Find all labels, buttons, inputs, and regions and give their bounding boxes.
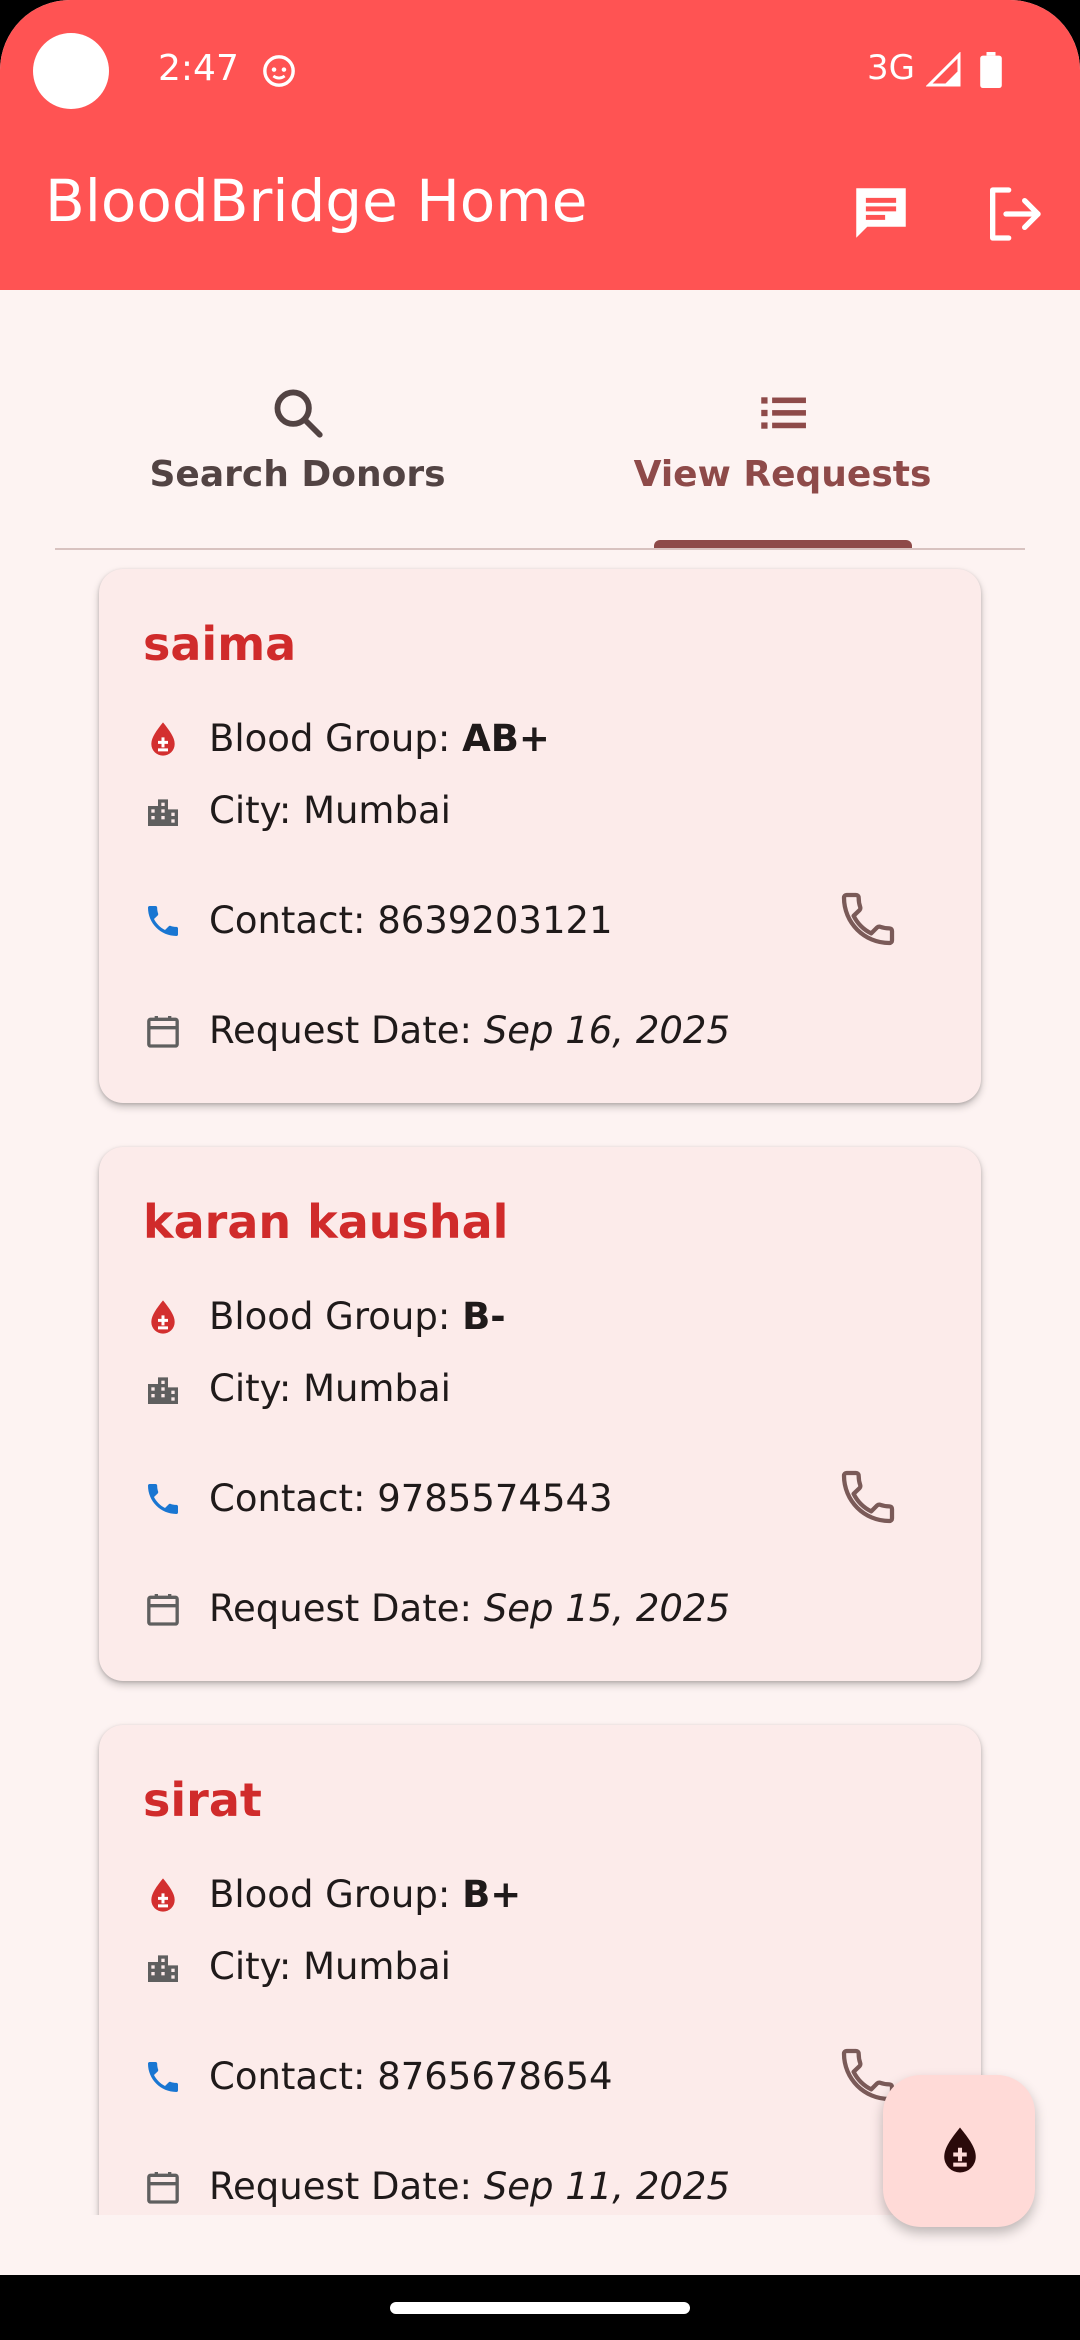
contact-value: 8639203121 <box>377 899 613 942</box>
request-list[interactable]: saima Blood Group: AB+ City: Mumbai Cont… <box>0 560 1080 2215</box>
network-type: 3G <box>867 48 915 88</box>
requester-name: karan kaushal <box>143 1195 509 1249</box>
city-icon <box>148 1377 178 1404</box>
notification-icon <box>263 55 295 87</box>
tab-divider <box>55 548 1025 550</box>
battery-icon <box>980 52 1002 88</box>
date-label: Request Date: <box>209 2165 484 2208</box>
request-card: saima Blood Group: AB+ City: Mumbai Cont… <box>99 569 981 1103</box>
chat-icon[interactable] <box>848 180 914 246</box>
list-icon <box>760 397 806 429</box>
phone-icon <box>148 1484 178 1514</box>
contact-label: Contact: <box>209 2055 378 2098</box>
call-icon[interactable] <box>836 1465 900 1529</box>
contact-value: 8765678654 <box>377 2055 613 2098</box>
screen: 2:47 3G BloodBridge Home Search Donors V… <box>0 0 1080 2340</box>
date-value: Sep 16, 2025 <box>483 1009 730 1052</box>
city-value: Mumbai <box>303 1367 451 1410</box>
calendar-icon <box>147 1016 179 1048</box>
city-icon <box>148 799 178 826</box>
date-value: Sep 15, 2025 <box>483 1587 730 1630</box>
requester-name: sirat <box>143 1773 262 1827</box>
city-value: Mumbai <box>303 1945 451 1988</box>
city-label: City: <box>209 1945 304 1988</box>
requester-name: saima <box>143 617 297 671</box>
date-label: Request Date: <box>209 1587 484 1630</box>
blood-drop-icon <box>151 1300 175 1334</box>
camera-cutout <box>33 33 109 109</box>
blood-group-label: Blood Group: <box>209 717 463 760</box>
home-gesture-handle[interactable] <box>390 2302 690 2314</box>
tab-label: Search Donors <box>149 454 446 495</box>
calendar-icon <box>147 1594 179 1626</box>
tab-view-requests[interactable]: View Requests <box>540 370 1025 548</box>
page-title: BloodBridge Home <box>45 167 588 235</box>
date-value: Sep 11, 2025 <box>483 2165 730 2208</box>
blood-drop-icon <box>151 722 175 756</box>
tab-bar: Search Donors View Requests <box>55 370 1025 550</box>
city-label: City: <box>209 1367 304 1410</box>
tab-indicator <box>654 540 912 548</box>
tab-label: View Requests <box>633 454 932 495</box>
contact-label: Contact: <box>209 899 378 942</box>
city-label: City: <box>209 789 304 832</box>
city-icon <box>148 1955 178 1982</box>
calendar-icon <box>147 2172 179 2204</box>
blood-group-value: B+ <box>462 1873 522 1916</box>
new-request-fab[interactable] <box>883 2075 1035 2227</box>
request-card: sirat Blood Group: B+ City: Mumbai Conta… <box>99 1725 981 2215</box>
status-time: 2:47 <box>158 48 239 89</box>
request-card: karan kaushal Blood Group: B- City: Mumb… <box>99 1147 981 1681</box>
blood-drop-icon <box>151 1878 175 1912</box>
blood-group-value: AB+ <box>462 717 550 760</box>
blood-group-value: B- <box>462 1295 506 1338</box>
blood-drop-icon <box>944 2127 976 2173</box>
app-bar: 2:47 3G BloodBridge Home <box>0 0 1080 290</box>
contact-value: 9785574543 <box>377 1477 613 1520</box>
logout-icon[interactable] <box>982 182 1046 246</box>
tab-search-donors[interactable]: Search Donors <box>55 370 540 548</box>
phone-icon <box>148 906 178 936</box>
call-icon[interactable] <box>836 887 900 951</box>
signal-icon <box>926 52 961 87</box>
contact-label: Contact: <box>209 1477 378 1520</box>
blood-group-label: Blood Group: <box>209 1295 463 1338</box>
city-value: Mumbai <box>303 789 451 832</box>
date-label: Request Date: <box>209 1009 484 1052</box>
phone-icon <box>148 2062 178 2092</box>
blood-group-label: Blood Group: <box>209 1873 463 1916</box>
search-icon <box>274 389 323 438</box>
